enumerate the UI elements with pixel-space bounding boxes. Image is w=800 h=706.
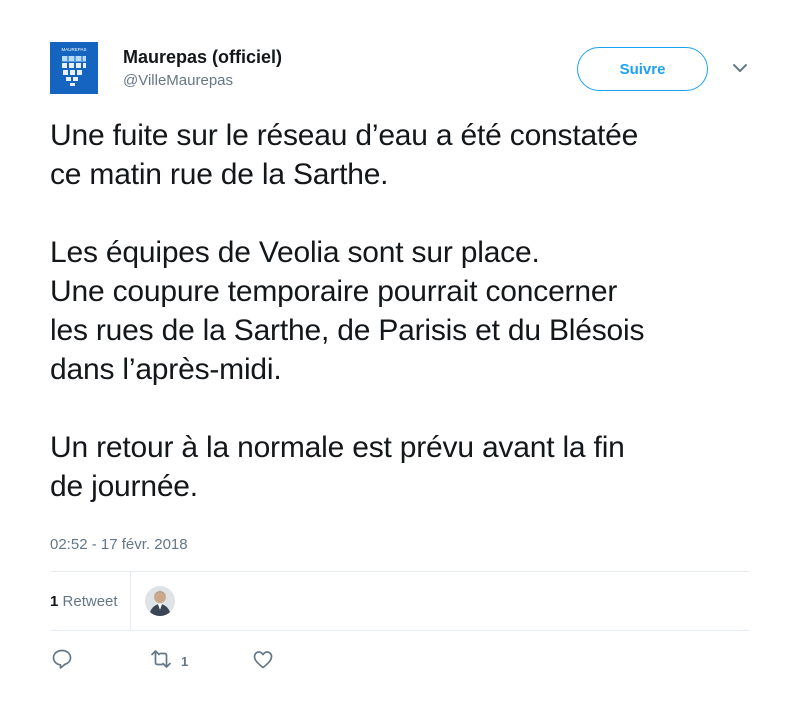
tweet-line: Les équipes de Veolia sont sur place. bbox=[50, 236, 540, 269]
stats-separator bbox=[129, 572, 131, 630]
retweet-stat-label: Retweet bbox=[62, 592, 118, 610]
tweet-line: ce matin rue de la Sarthe. bbox=[50, 158, 389, 191]
retweet-stat[interactable]: 1 Retweet bbox=[50, 593, 130, 610]
tweet-paragraph: Un retour à la normale est prévu avant l… bbox=[50, 428, 750, 506]
retweeter-avatar[interactable] bbox=[144, 586, 175, 616]
tweet-line: Un retour à la normale est prévu avant l… bbox=[50, 431, 625, 464]
tweet-line: dans l’après-midi. bbox=[50, 353, 282, 386]
tweet-timestamp[interactable]: 02:52 - 17 févr. 2018 bbox=[50, 536, 188, 553]
like-button[interactable] bbox=[251, 647, 275, 676]
reply-icon bbox=[50, 647, 74, 676]
maurepas-logo-icon: MAUREPAS bbox=[50, 42, 98, 94]
tweet-paragraph: Les équipes de Veolia sont sur place. Un… bbox=[50, 233, 750, 389]
tweet-line: Une coupure temporaire pourrait concerne… bbox=[50, 275, 618, 308]
author-handle[interactable]: @VilleMaurepas bbox=[123, 71, 282, 91]
retweet-stat-count: 1 bbox=[50, 592, 59, 610]
dropdown-caret-icon[interactable] bbox=[728, 56, 752, 80]
tweet-paragraph: Une fuite sur le réseau d’eau a été cons… bbox=[50, 116, 750, 194]
author-display-name[interactable]: Maurepas (officiel) bbox=[123, 46, 282, 68]
retweet-count: 1 bbox=[181, 654, 189, 669]
like-icon bbox=[251, 647, 275, 676]
author-avatar[interactable]: MAUREPAS bbox=[50, 42, 98, 94]
tweet-stats: 1 Retweet bbox=[50, 572, 175, 630]
tweet-line: de journée. bbox=[50, 470, 198, 503]
tweet-line: Une fuite sur le réseau d’eau a été cons… bbox=[50, 119, 639, 152]
tweet-line: les rues de la Sarthe, de Parisis et du … bbox=[50, 314, 645, 347]
tweet-text: Une fuite sur le réseau d’eau a été cons… bbox=[50, 116, 750, 506]
svg-text:MAUREPAS: MAUREPAS bbox=[62, 47, 87, 52]
reply-button[interactable] bbox=[50, 647, 74, 676]
retweet-button[interactable]: 1 bbox=[149, 647, 251, 676]
retweet-icon bbox=[149, 647, 173, 676]
tweet-card: MAUREPAS Maurepas (officiel) @VilleMaure… bbox=[0, 0, 800, 706]
author-info: Maurepas (officiel) @VilleMaurepas bbox=[123, 46, 282, 91]
follow-button[interactable]: Suivre bbox=[577, 47, 708, 91]
tweet-actions: 1 bbox=[50, 647, 275, 676]
divider bbox=[50, 630, 750, 631]
